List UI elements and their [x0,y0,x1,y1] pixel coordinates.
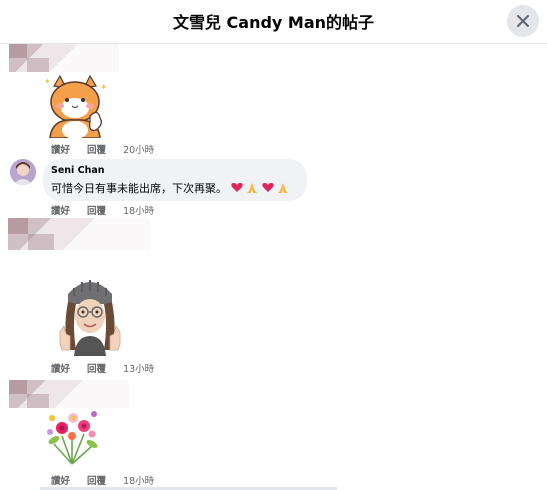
blurred-author-name [8,218,150,250]
praying-hands-icon [277,182,289,197]
flower-bouquet-sticker[interactable] [40,404,104,468]
comment-timestamp: 18小時 [123,476,155,487]
reply-button[interactable]: 回覆 [87,476,106,487]
comment-timestamp: 13小時 [123,364,155,375]
reply-button[interactable]: 回覆 [87,206,106,217]
avatar[interactable] [10,159,36,185]
comment-meta-2: 讚好 回覆 18小時 [51,203,168,217]
shiba-dog-sticker[interactable]: ✦ ✦ [40,72,110,139]
close-button[interactable] [507,5,539,37]
svg-text:✦: ✦ [44,77,51,86]
comment-author[interactable]: Seni Chan [51,165,105,176]
reply-button[interactable]: 回覆 [87,145,106,156]
avatar-thumbs-up-sticker[interactable] [54,274,126,356]
praying-hands-icon [246,182,258,197]
comment-meta-1: 讚好 回覆 20小時 [51,142,168,156]
svg-text:✦: ✦ [100,83,108,93]
dialog-title: 文雪兒 Candy Man的帖子 [172,13,375,32]
close-icon [517,15,529,27]
like-button[interactable]: 讚好 [51,476,70,487]
comment-timestamp: 18小時 [123,206,155,217]
reply-button[interactable]: 回覆 [87,364,106,375]
comment-bubble: Seni Chan 可惜今日有事未能出席，下次再聚。 [43,159,307,201]
like-button[interactable]: 讚好 [51,364,70,375]
like-button[interactable]: 讚好 [51,206,70,217]
comment-timestamp: 20小時 [123,145,155,156]
comment-text: 可惜今日有事未能出席，下次再聚。 [51,182,227,195]
dialog-header: 文雪兒 Candy Man的帖子 [0,0,547,44]
comment-meta-3: 讚好 回覆 13小時 [51,361,168,375]
heart-icon [261,182,274,196]
heart-icon [230,182,243,196]
like-button[interactable]: 讚好 [51,145,70,156]
blurred-author-name [9,44,119,72]
comment-meta-4: 讚好 回覆 18小時 [51,473,168,487]
comment-text-row: 可惜今日有事未能出席，下次再聚。 [51,180,289,197]
